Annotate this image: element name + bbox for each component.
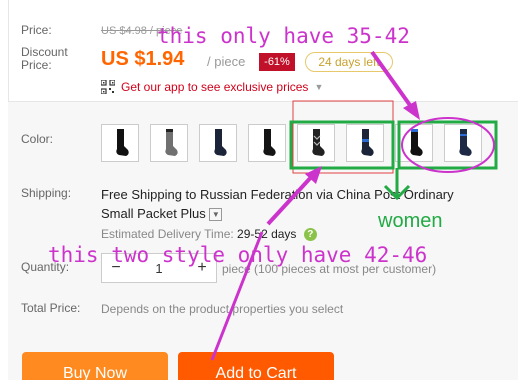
purple-arrowhead <box>403 101 420 120</box>
purple-circle <box>401 117 495 173</box>
purple-arrow-line <box>370 50 414 110</box>
product-purchase-panel: Price: US $4.98 / piece Discount Price: … <box>0 0 518 380</box>
annotation-overlay <box>210 50 498 361</box>
selection-outline <box>292 100 394 174</box>
purple-arrow-line-2 <box>266 172 316 226</box>
green-highlight-box <box>289 120 395 170</box>
green-highlight-box-2 <box>397 120 498 170</box>
annotation-bottom-text: this two style only have 42-46 <box>48 243 428 267</box>
annotation-top-text: this only have 35-42 <box>157 24 410 48</box>
annotation-women-text: women <box>378 210 443 232</box>
